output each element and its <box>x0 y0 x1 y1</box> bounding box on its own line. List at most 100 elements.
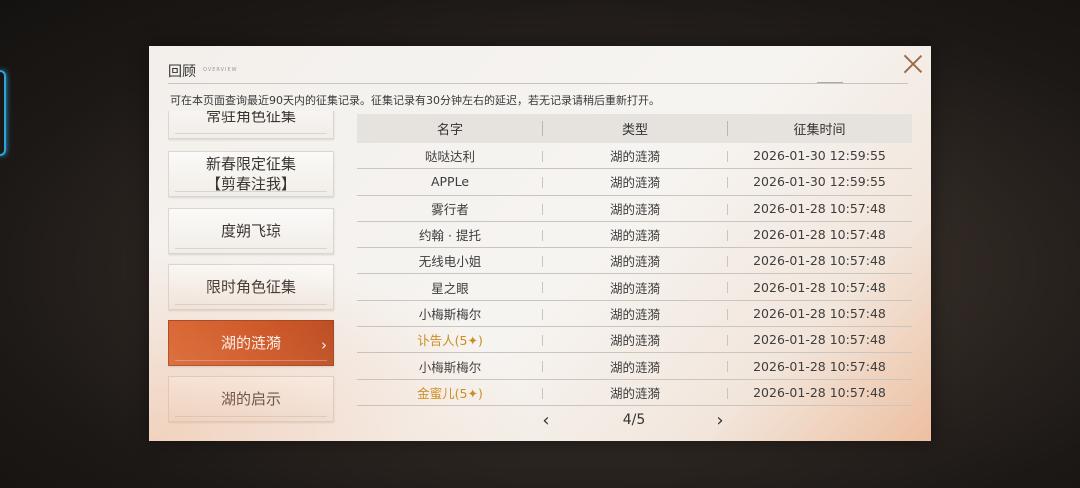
row-time: 2026-01-30 12:59:55 <box>753 174 886 190</box>
row-separator <box>727 361 728 373</box>
row-type: 湖的涟漪 <box>609 280 660 296</box>
table-row: 金蜜儿(5✦) 湖的涟漪 2026-01-28 10:57:48 <box>357 380 912 406</box>
row-time: 2026-01-28 10:57:48 <box>753 200 886 216</box>
title-divider-accent <box>817 82 843 83</box>
row-separator <box>727 229 728 241</box>
row-time: 2026-01-28 10:57:48 <box>753 358 886 374</box>
chevron-right-icon: › <box>321 336 327 354</box>
row-name: 星之眼 <box>431 280 469 296</box>
row-type: 湖的涟漪 <box>609 385 660 401</box>
header-name: 名字 <box>436 123 463 138</box>
row-separator <box>542 361 543 373</box>
table-body: 哒哒达利 湖的涟漪 2026-01-30 12:59:55 APPLe 湖的涟漪 2026… <box>357 143 912 406</box>
side-edge-tab[interactable] <box>0 70 6 156</box>
card-decoration <box>175 416 327 417</box>
row-separator <box>727 151 728 162</box>
row-separator <box>727 387 728 399</box>
row-separator <box>727 282 728 294</box>
row-name: 金蜜儿(5✦) <box>417 385 483 401</box>
table-row: 无线电小姐 湖的涟漪 2026-01-28 10:57:48 <box>357 248 912 275</box>
row-separator <box>727 177 728 189</box>
sidebar-item[interactable]: 湖的启示 <box>168 376 334 422</box>
row-type: 湖的涟漪 <box>609 149 660 165</box>
row-name: 讣告人(5✦) <box>417 333 483 349</box>
header-type: 类型 <box>621 123 648 138</box>
row-separator <box>727 335 728 347</box>
close-button[interactable] <box>899 50 927 78</box>
row-separator <box>542 387 543 399</box>
row-time: 2026-01-28 10:57:48 <box>753 279 886 295</box>
header-separator <box>542 121 543 136</box>
row-time: 2026-01-28 10:57:48 <box>753 227 886 243</box>
dialog-title-en: OVERVIEW <box>203 67 238 73</box>
sidebar-item-label: 度朔飞琼 <box>220 222 281 240</box>
card-decoration <box>175 248 327 249</box>
sidebar-item[interactable]: 湖的涟漪 › <box>168 320 334 366</box>
table-row: 雾行者 湖的涟漪 2026-01-28 10:57:48 <box>357 196 912 222</box>
title-divider <box>168 83 908 84</box>
row-type: 湖的涟漪 <box>609 359 660 375</box>
card-decoration <box>175 360 327 361</box>
sidebar-item-label: 限时角色征集 <box>205 278 296 296</box>
row-type: 湖的涟漪 <box>609 333 660 349</box>
overview-dialog: 回顾 OVERVIEW 可在本页面查询最近90天内的征集记录。征集记录有30分钟… <box>149 46 931 441</box>
row-separator <box>542 203 543 215</box>
card-decoration <box>175 304 327 305</box>
header-separator <box>727 121 728 136</box>
table-row: 讣告人(5✦) 湖的涟漪 2026-01-28 10:57:48 <box>357 327 912 354</box>
row-separator <box>542 308 543 320</box>
row-time: 2026-01-28 10:57:48 <box>753 253 886 269</box>
row-separator <box>542 151 543 162</box>
row-separator <box>542 335 543 347</box>
record-table: 名字 类型 征集时间 哒哒达利 湖的涟漪 2026-01-30 12:59:55 AP… <box>357 114 912 406</box>
sidebar-item[interactable]: 常驻角色征集 <box>168 111 334 139</box>
table-row: 约翰 · 提托 湖的涟漪 2026-01-28 10:57:48 <box>357 222 912 249</box>
sidebar-item[interactable]: 限时角色征集 <box>168 264 334 310</box>
banner-list[interactable]: 常驻角色征集新春限定征集 【剪春注我】度朔飞琼限时角色征集 湖的涟漪 › 湖的启示 <box>168 111 336 431</box>
next-page-button[interactable]: › <box>713 410 727 432</box>
row-time: 2026-01-28 10:57:48 <box>753 305 886 321</box>
row-time: 2026-01-30 12:59:55 <box>753 148 886 164</box>
row-name: 无线电小姐 <box>418 254 482 270</box>
pagination: ‹ 4/5 › <box>539 410 729 434</box>
row-separator <box>542 177 543 189</box>
row-time: 2026-01-28 10:57:48 <box>753 384 886 400</box>
row-name: 小梅斯梅尔 <box>418 306 482 322</box>
row-type: 湖的涟漪 <box>609 228 660 244</box>
dialog-title: 回顾 <box>168 64 196 80</box>
row-name: APPLe <box>430 174 470 190</box>
row-type: 湖的涟漪 <box>609 306 660 322</box>
table-header: 名字 类型 征集时间 <box>357 114 912 143</box>
row-separator <box>542 282 543 294</box>
row-name: 雾行者 <box>431 201 469 217</box>
card-decoration <box>175 191 327 192</box>
row-type: 湖的涟漪 <box>609 254 660 270</box>
page-indicator: 4/5 <box>622 412 646 428</box>
row-name: 哒哒达利 <box>424 149 475 165</box>
dialog-subtitle: 可在本页面查询最近90天内的征集记录。征集记录有30分钟左右的延迟，若无记录请稍… <box>170 94 660 107</box>
card-decoration <box>175 133 327 134</box>
sidebar-item-label: 常驻角色征集 <box>205 111 296 125</box>
sidebar-item-label: 湖的启示 <box>220 390 281 408</box>
table-row: 小梅斯梅尔 湖的涟漪 2026-01-28 10:57:48 <box>357 301 912 328</box>
row-separator <box>727 256 728 268</box>
row-separator <box>542 256 543 268</box>
row-type: 湖的涟漪 <box>609 201 660 217</box>
row-type: 湖的涟漪 <box>609 175 660 191</box>
row-name: 约翰 · 提托 <box>419 228 481 244</box>
header-time: 征集时间 <box>793 123 846 138</box>
sidebar-item-label: 湖的涟漪 <box>220 334 281 352</box>
row-separator <box>727 308 728 320</box>
table-row: 星之眼 湖的涟漪 2026-01-28 10:57:48 <box>357 274 912 301</box>
prev-page-button[interactable]: ‹ <box>539 410 553 432</box>
row-time: 2026-01-28 10:57:48 <box>753 332 886 348</box>
sidebar-item-label: 新春限定征集 【剪春注我】 <box>205 155 296 193</box>
table-row: 小梅斯梅尔 湖的涟漪 2026-01-28 10:57:48 <box>357 353 912 380</box>
row-separator <box>727 203 728 215</box>
sidebar-item[interactable]: 度朔飞琼 <box>168 208 334 254</box>
sidebar-item[interactable]: 新春限定征集 【剪春注我】 <box>168 151 334 197</box>
row-separator <box>542 229 543 241</box>
table-row: 哒哒达利 湖的涟漪 2026-01-30 12:59:55 <box>357 143 912 170</box>
table-row: APPLe 湖的涟漪 2026-01-30 12:59:55 <box>357 169 912 196</box>
row-name: 小梅斯梅尔 <box>418 359 482 375</box>
